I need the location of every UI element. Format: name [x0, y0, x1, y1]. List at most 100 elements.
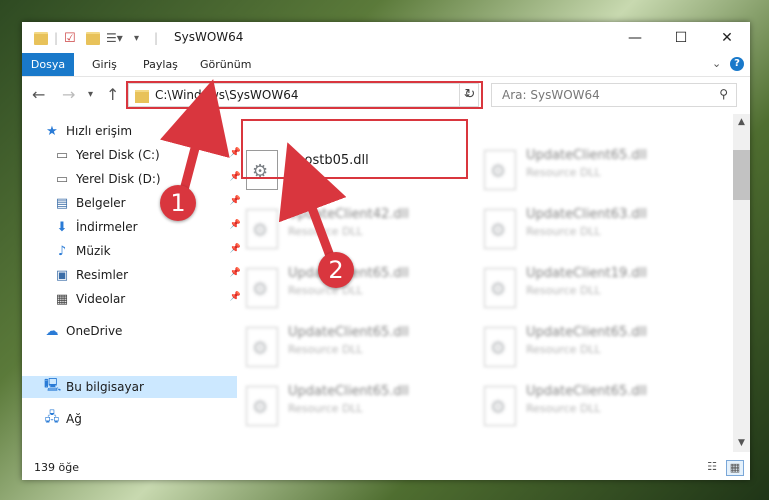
file-name: UpdateClient65.dll [526, 384, 647, 399]
up-button[interactable]: ↑ [106, 85, 119, 104]
close-button[interactable]: ✕ [704, 22, 750, 53]
dll-file-icon [484, 386, 516, 426]
dll-file-icon [246, 268, 278, 308]
ribbon: Dosya Giriş Paylaş Görünüm ⌄ ? [22, 53, 750, 77]
tab-paylas[interactable]: Paylaş [143, 53, 178, 76]
nav-item-videos[interactable]: ▦ Videolar 📌 [22, 288, 247, 310]
file-highlight [241, 119, 468, 179]
new-folder-icon[interactable] [86, 29, 100, 47]
file-name: UpdateClient65.dll [526, 148, 647, 163]
recent-locations-icon[interactable]: ▾ [88, 89, 93, 100]
dll-file-icon [246, 327, 278, 367]
file-name: UpdateClient63.dll [526, 207, 647, 222]
nav-item-label: Yerel Disk (D:) [76, 172, 161, 186]
address-highlight [126, 81, 483, 109]
vertical-scrollbar[interactable]: ▲ ▼ [733, 114, 750, 452]
file-item[interactable]: UpdateClient65.dll Resource DLL [240, 380, 472, 432]
file-name: UpdateClient65.dll [288, 325, 409, 340]
network-icon: 🖧 [44, 410, 60, 425]
file-type: Resource DLL [526, 284, 601, 297]
folder-icon [34, 29, 48, 47]
file-type: Resource DLL [288, 284, 363, 297]
ribbon-expand-icon[interactable]: ⌄ [712, 57, 721, 70]
nav-item-label: Belgeler [76, 196, 126, 210]
help-icon[interactable]: ? [730, 57, 744, 71]
nav-item-disk-c[interactable]: ▭ Yerel Disk (C:) 📌 [22, 144, 247, 166]
scroll-up-icon[interactable]: ▲ [733, 114, 750, 131]
music-icon: ♪ [57, 243, 67, 259]
details-view-icon[interactable]: ☷ [704, 460, 720, 474]
scroll-thumb[interactable] [733, 150, 750, 200]
nav-item-label: Ağ [66, 412, 82, 426]
file-item[interactable]: UpdateClient63.dll Resource DLL [478, 203, 710, 255]
tab-dosya[interactable]: Dosya [22, 53, 74, 76]
nav-item-label: Bu bilgisayar [66, 380, 144, 394]
nav-item-this-pc[interactable]: 🖳 Bu bilgisayar [22, 376, 237, 398]
file-item[interactable]: UpdateClient65.dll Resource DLL [478, 380, 710, 432]
file-name: UpdateClient65.dll [526, 325, 647, 340]
nav-item-music[interactable]: ♪ Müzik 📌 [22, 240, 247, 262]
properties-icon[interactable]: ☑ [64, 29, 76, 47]
scroll-down-icon[interactable]: ▼ [733, 435, 750, 452]
maximize-button[interactable]: ☐ [658, 22, 704, 53]
nav-item-onedrive[interactable]: ☁ OneDrive [22, 320, 237, 342]
pictures-icon: ▣ [55, 267, 69, 283]
nav-item-downloads[interactable]: ⬇ İndirmeler 📌 [22, 216, 247, 238]
separator: | [154, 31, 159, 45]
nav-item-disk-d[interactable]: ▭ Yerel Disk (D:) 📌 [22, 168, 247, 190]
file-type: Resource DLL [288, 343, 363, 356]
documents-icon: ▤ [55, 195, 69, 211]
file-item[interactable]: UpdateClient65.dll Resource DLL [478, 321, 710, 373]
file-name: UpdateClient65.dll [288, 384, 409, 399]
star-icon: ★ [46, 123, 58, 139]
forward-button[interactable]: → [62, 85, 75, 104]
status-bar: 139 öğe ☷ ▦ [22, 457, 750, 480]
search-placeholder: Ara: SysWOW64 [502, 88, 600, 102]
nav-item-network[interactable]: 🖧 Ağ [22, 408, 237, 430]
tab-giris[interactable]: Giriş [92, 53, 117, 76]
step-2-badge: 2 [318, 252, 354, 288]
file-type: Resource DLL [526, 402, 601, 415]
search-icon[interactable]: ⚲ [719, 87, 728, 101]
nav-item-pictures[interactable]: ▣ Resimler 📌 [22, 264, 247, 286]
title-bar: | ☑ ☰▾ ▾ | SysWOW64 — ☐ ✕ [22, 22, 750, 53]
step-1-badge: 1 [160, 185, 196, 221]
file-item[interactable]: UpdateClient65.dll Resource DLL [478, 144, 710, 196]
nav-item-label: OneDrive [66, 324, 123, 338]
nav-item-label: Müzik [76, 244, 111, 258]
file-type: Resource DLL [526, 225, 601, 238]
customize-toolbar-icon[interactable]: ☰▾ [106, 29, 123, 47]
file-type: Resource DLL [526, 166, 601, 179]
file-item[interactable]: UpdateClient42.dll Resource DLL [240, 203, 472, 255]
back-button[interactable]: ← [32, 85, 45, 104]
file-type: Resource DLL [288, 225, 363, 238]
file-type: Resource DLL [526, 343, 601, 356]
computer-icon: 🖳 [44, 378, 62, 393]
quick-access-dropdown[interactable]: ▾ [134, 29, 139, 47]
item-count: 139 öğe [34, 461, 79, 474]
file-item[interactable]: UpdateClient65.dll Resource DLL [240, 262, 472, 314]
dll-file-icon [246, 209, 278, 249]
nav-item-quick-access[interactable]: ★ Hızlı erişim [22, 120, 237, 142]
navigation-pane: ★ Hızlı erişim ▭ Yerel Disk (C:) 📌 ▭ Yer… [22, 114, 241, 452]
file-name: UpdateClient19.dll [526, 266, 647, 281]
window-title: SysWOW64 [174, 30, 244, 44]
dll-file-icon [246, 386, 278, 426]
dll-file-icon [484, 327, 516, 367]
large-icons-view-icon[interactable]: ▦ [726, 460, 744, 476]
videos-icon: ▦ [55, 291, 69, 307]
file-name: UpdateClient42.dll [288, 207, 409, 222]
dll-file-icon [484, 268, 516, 308]
nav-item-documents[interactable]: ▤ Belgeler 📌 [22, 192, 247, 214]
file-item[interactable]: UpdateClient65.dll Resource DLL [240, 321, 472, 373]
tab-gorunum[interactable]: Görünüm [200, 53, 251, 76]
drive-icon: ▭ [55, 147, 69, 163]
nav-item-label: İndirmeler [76, 220, 138, 234]
search-input[interactable]: Ara: SysWOW64 ⚲ [491, 83, 737, 107]
nav-item-label: Hızlı erişim [66, 124, 133, 138]
nav-item-label: Resimler [76, 268, 129, 282]
nav-item-label: Yerel Disk (C:) [76, 148, 160, 162]
file-item[interactable]: UpdateClient19.dll Resource DLL [478, 262, 710, 314]
minimize-button[interactable]: — [612, 22, 658, 53]
cloud-icon: ☁ [45, 323, 59, 339]
